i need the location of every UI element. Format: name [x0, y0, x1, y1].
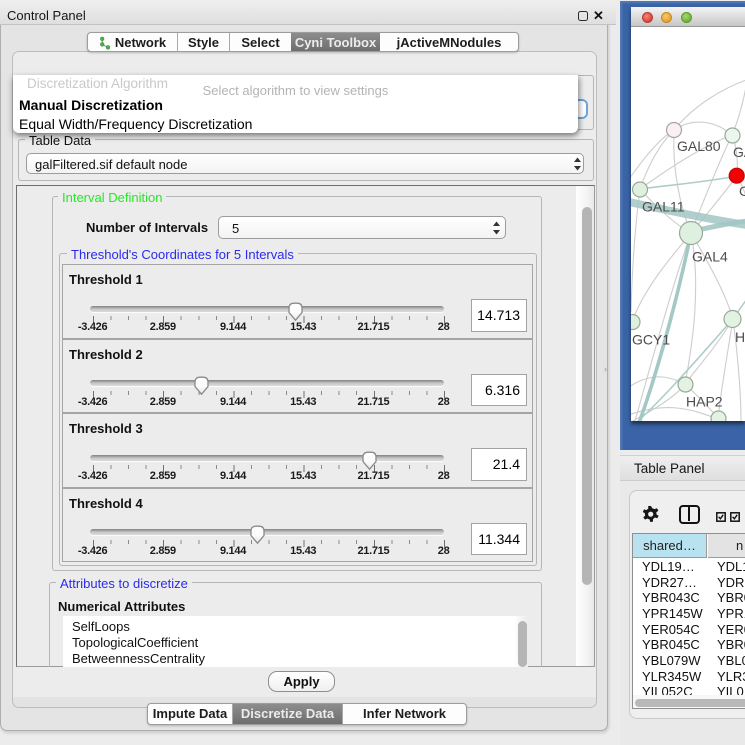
svg-text:C: C [739, 183, 745, 199]
svg-text:GAL4: GAL4 [692, 249, 728, 265]
svg-text:H: H [735, 329, 745, 345]
svg-text:HAP2: HAP2 [686, 394, 723, 410]
svg-text:GCY1: GCY1 [632, 332, 670, 348]
svg-text:GAL11: GAL11 [642, 199, 685, 215]
svg-text:GA: GA [733, 144, 745, 160]
svg-text:GAL80: GAL80 [677, 138, 721, 154]
